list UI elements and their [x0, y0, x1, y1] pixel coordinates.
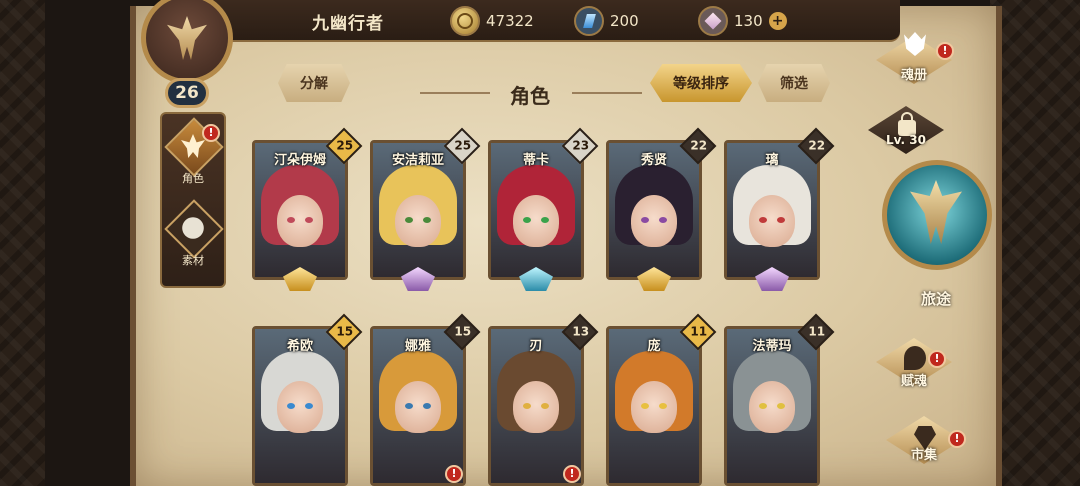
portrait-eye [541, 217, 549, 223]
character-card[interactable]: 刃 13! [488, 313, 599, 486]
left-nav: 角色 ! 素材 [160, 112, 226, 288]
title-ornament-left [420, 92, 490, 94]
portrait-eye [405, 403, 413, 409]
character-card[interactable]: 安洁莉亚 25 [370, 127, 481, 291]
player-avatar [141, 0, 233, 84]
crystal-resource: 200 [574, 6, 639, 36]
character-level: 15 [336, 324, 354, 339]
gold-resource: 47322 [450, 6, 534, 36]
character-card[interactable]: 璃 22 [724, 127, 835, 291]
alert-icon: ! [202, 124, 220, 142]
portrait-eye [777, 217, 785, 223]
gem-icon [698, 6, 728, 36]
nav-item-material[interactable]: 素材 [162, 199, 224, 272]
left-frame [0, 0, 45, 486]
alert-icon: ! [445, 465, 463, 483]
page-title: 角色 [510, 84, 550, 108]
crystal-amount: 200 [610, 12, 639, 30]
market-button[interactable]: 市集 ! [876, 408, 972, 472]
character-card[interactable]: 蒂卡 23 [488, 127, 599, 291]
decompose-button[interactable]: 分解 [278, 64, 350, 102]
portrait-face [277, 195, 323, 247]
character-level: 13 [572, 324, 590, 339]
journey-button[interactable]: 旅途 [878, 160, 994, 310]
portrait-eye [541, 403, 549, 409]
nav-item-role[interactable]: 角色 ! [162, 117, 224, 190]
nav-label-material: 素材 [182, 254, 204, 267]
portrait-eye [777, 403, 785, 409]
unlock-level-label: Lv. 30 [886, 133, 926, 147]
portrait-eye [423, 217, 431, 223]
gem-resource: 130 + [698, 6, 787, 36]
character-card[interactable]: 希欧 15 [252, 313, 363, 486]
alert-icon: ! [563, 465, 581, 483]
gold-amount: 47322 [486, 12, 534, 30]
title-ornament-right [572, 92, 642, 94]
journey-label: 旅途 [920, 290, 951, 308]
talent-label: 赋魂 [900, 374, 927, 389]
portrait-eye [287, 403, 295, 409]
portrait-eye [305, 403, 313, 409]
portrait-eye [759, 403, 767, 409]
portrait-face [395, 195, 441, 247]
player-level-emblem[interactable]: 26 [135, 0, 240, 110]
portrait-face [513, 381, 559, 433]
character-level: 11 [690, 324, 708, 339]
portrait-eye [287, 217, 295, 223]
portrait-eye [405, 217, 413, 223]
top-resource-bar [180, 0, 900, 42]
portrait-eye [523, 217, 531, 223]
portrait-eye [423, 403, 431, 409]
talent-button[interactable]: 赋魂 ! [866, 330, 962, 394]
portrait-face [749, 381, 795, 433]
portrait-eye [759, 217, 767, 223]
character-level: 22 [690, 138, 708, 153]
portrait-face [749, 195, 795, 247]
talent-icon [904, 346, 926, 370]
character-card[interactable]: 庞 11 [606, 313, 717, 486]
alert-icon: ! [948, 430, 966, 448]
sort-by-level-button[interactable]: 等级排序 [650, 64, 752, 102]
portrait-eye [659, 217, 667, 223]
locked-feature-button[interactable]: Lv. 30 [858, 98, 954, 162]
portrait-eye [641, 217, 649, 223]
character-card[interactable]: 法蒂玛 11 [724, 313, 835, 486]
character-level: 22 [808, 138, 826, 153]
portrait-eye [641, 403, 649, 409]
portrait-face [631, 381, 677, 433]
character-card[interactable]: 娜雅 15! [370, 313, 481, 486]
portrait-face [277, 381, 323, 433]
add-gem-button[interactable]: + [768, 12, 787, 30]
alert-icon: ! [936, 42, 954, 60]
alert-icon: ! [928, 350, 946, 368]
crystal-icon [574, 6, 604, 36]
soulbook-button[interactable]: 魂册 ! [866, 28, 962, 92]
portrait-eye [659, 403, 667, 409]
crest-icon [167, 16, 207, 60]
portrait-eye [305, 217, 313, 223]
character-level: 15 [454, 324, 472, 339]
player-level: 26 [165, 78, 209, 108]
portrait-face [631, 195, 677, 247]
character-card[interactable]: 秀贤 22 [606, 127, 717, 291]
soulbook-label: 魂册 [900, 68, 927, 83]
filter-button[interactable]: 筛选 [758, 64, 830, 102]
character-level: 25 [454, 138, 472, 153]
gem-amount: 130 [734, 12, 763, 30]
character-level: 25 [336, 138, 354, 153]
portrait-face [395, 381, 441, 433]
character-level: 11 [808, 324, 826, 339]
coin-icon [450, 6, 480, 36]
portrait-eye [523, 403, 531, 409]
right-frame [990, 0, 1080, 486]
nav-label-role: 角色 [182, 172, 204, 185]
player-name: 九幽行者 [312, 14, 384, 34]
character-card[interactable]: 汀朵伊姆 25 [252, 127, 363, 291]
portrait-face [513, 195, 559, 247]
character-level: 23 [572, 138, 590, 153]
